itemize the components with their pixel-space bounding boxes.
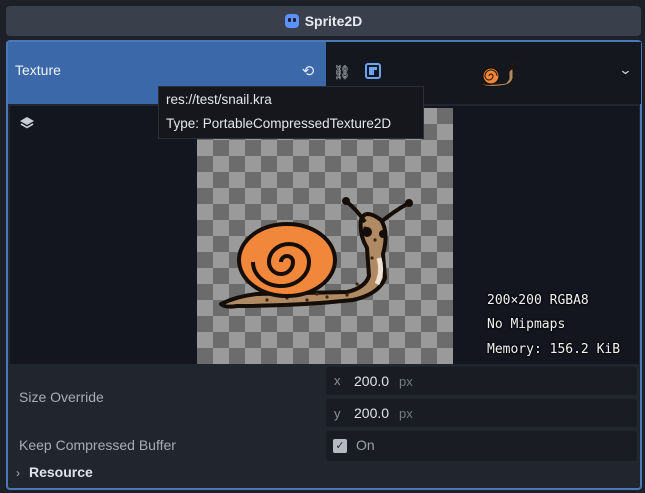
x-axis-label: x bbox=[334, 373, 341, 388]
keep-compressed-checkbox[interactable]: ✓ bbox=[333, 439, 347, 453]
texture-info-memory: Memory: 156.2 KiB bbox=[487, 342, 621, 357]
sprite2d-icon bbox=[284, 14, 299, 28]
size-override-label: Size Override bbox=[19, 389, 104, 405]
y-axis-label: y bbox=[334, 406, 341, 421]
tooltip-path: res://test/snail.kra bbox=[166, 92, 272, 107]
keep-compressed-buffer-label: Keep Compressed Buffer bbox=[19, 437, 176, 453]
texture-info-mipmaps: No Mipmaps bbox=[487, 317, 566, 332]
resource-section-toggle[interactable]: Resource bbox=[29, 464, 93, 480]
chevron-right-icon[interactable]: › bbox=[16, 466, 20, 480]
node-title: Sprite2D bbox=[304, 13, 363, 29]
snail-texture-image bbox=[219, 197, 413, 309]
tooltip-type: Type: PortableCompressedTexture2D bbox=[166, 116, 392, 131]
link-icon[interactable]: ⛓ bbox=[333, 64, 351, 80]
revert-icon[interactable]: ⟲ bbox=[300, 64, 316, 80]
keep-compressed-value: On bbox=[356, 437, 375, 453]
chevron-down-icon[interactable]: ⌄ bbox=[618, 62, 632, 78]
texture-thumbnail[interactable] bbox=[476, 58, 520, 90]
texture-label: Texture bbox=[15, 62, 61, 78]
size-override-x-value: 200.0 bbox=[354, 373, 390, 389]
compressed-texture-icon[interactable] bbox=[365, 63, 381, 79]
layers-icon[interactable] bbox=[18, 114, 36, 132]
inspector-header: Sprite2D bbox=[6, 6, 641, 36]
x-unit: px bbox=[399, 374, 413, 389]
texture-info-size: 200×200 RGBA8 bbox=[487, 293, 589, 308]
y-unit: px bbox=[399, 406, 413, 421]
size-override-y-value: 200.0 bbox=[354, 405, 390, 421]
